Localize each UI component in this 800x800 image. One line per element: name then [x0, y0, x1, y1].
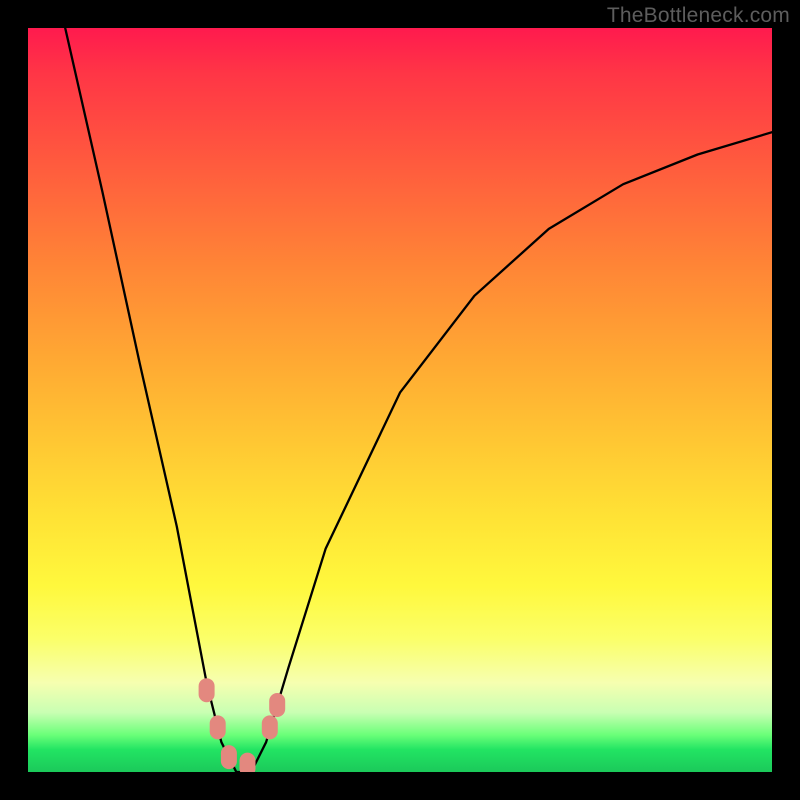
plot-area	[28, 28, 772, 772]
highlight-dot	[240, 753, 256, 772]
curve-layer	[28, 28, 772, 772]
highlight-dot	[221, 745, 237, 769]
chart-frame: TheBottleneck.com	[0, 0, 800, 800]
highlight-dot	[269, 693, 285, 717]
bottleneck-curve	[65, 28, 772, 772]
highlight-dot	[262, 715, 278, 739]
watermark-text: TheBottleneck.com	[607, 4, 790, 28]
highlight-dot	[210, 715, 226, 739]
highlight-dot	[199, 678, 215, 702]
